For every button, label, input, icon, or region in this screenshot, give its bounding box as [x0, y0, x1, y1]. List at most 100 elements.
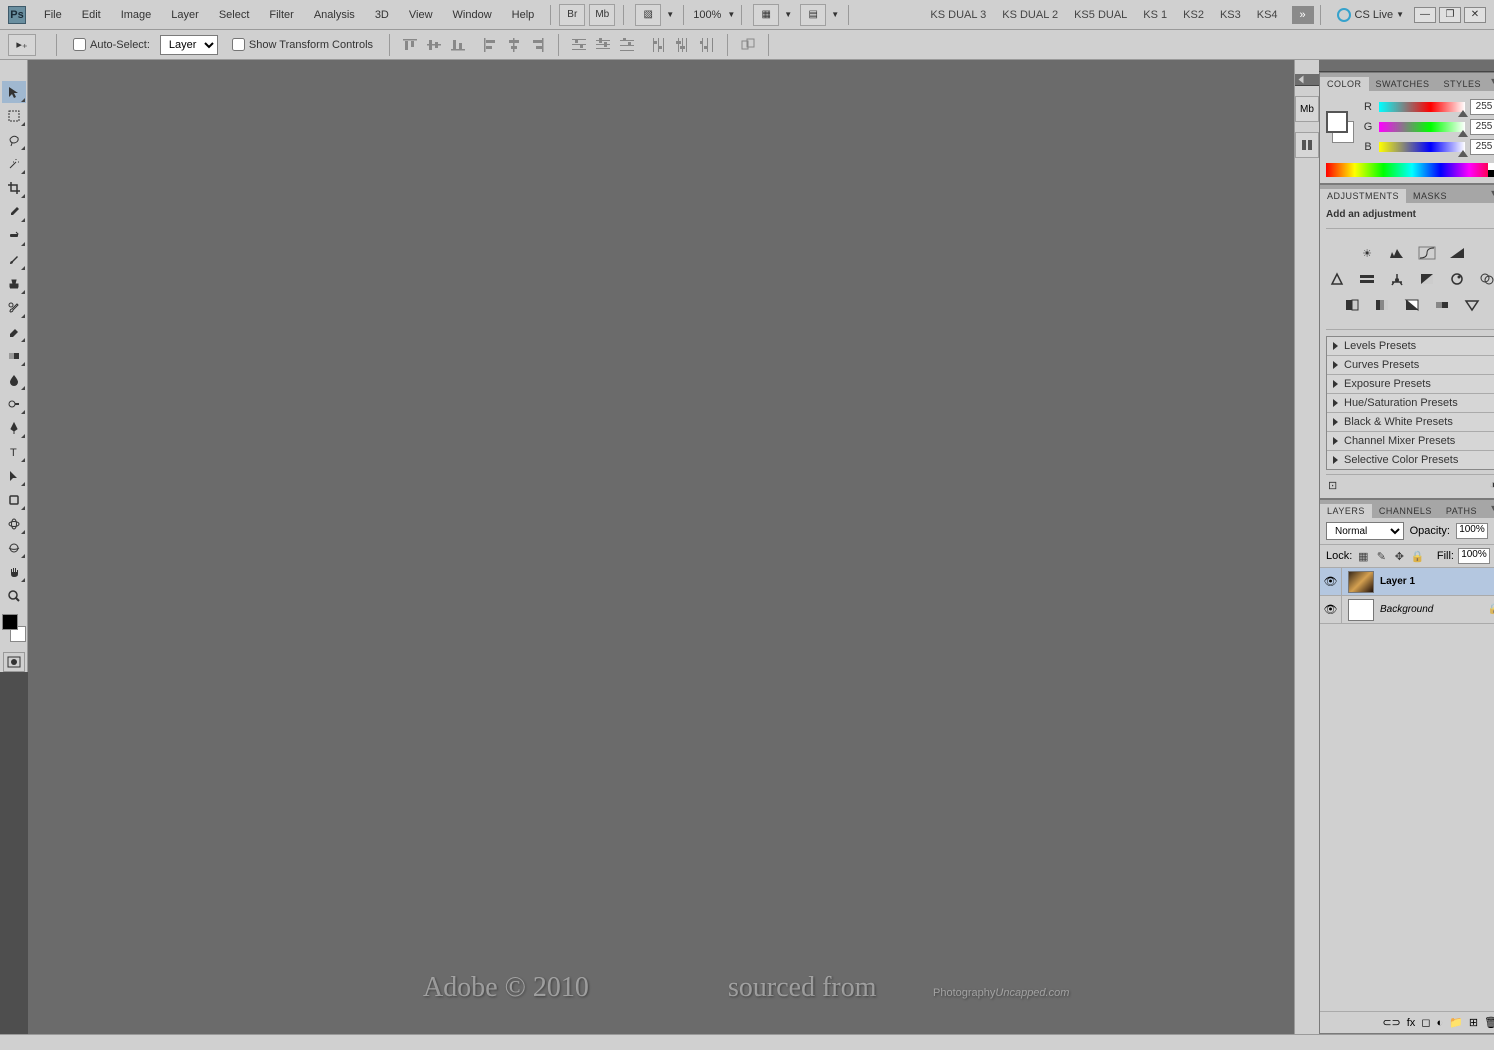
threshold-icon[interactable] [1401, 295, 1423, 315]
color-preview[interactable] [1326, 111, 1354, 143]
opacity-input[interactable]: 100% [1456, 523, 1488, 539]
workspace-ks5dual[interactable]: KS5 DUAL [1066, 5, 1135, 25]
preset-selcolor[interactable]: Selective Color Presets [1327, 451, 1494, 469]
posterize-icon[interactable] [1371, 295, 1393, 315]
r-value[interactable]: 255 [1470, 99, 1494, 115]
brightness-contrast-icon[interactable]: ☀ [1356, 243, 1378, 263]
dodge-tool[interactable] [2, 393, 26, 415]
zoom-value[interactable]: 100% [693, 9, 721, 21]
collapsed-panel-2[interactable] [1295, 132, 1319, 158]
distribute-right[interactable] [697, 35, 717, 55]
layer-thumbnail[interactable] [1348, 599, 1374, 621]
layer-row-layer1[interactable]: 👁 Layer 1 [1320, 568, 1494, 596]
arrange-docs-dropdown[interactable]: ▦▼ [751, 4, 792, 26]
menu-image[interactable]: Image [111, 5, 162, 25]
zoom-tool[interactable] [2, 585, 26, 607]
fill-input[interactable]: 100% [1458, 548, 1490, 564]
auto-align-button[interactable] [738, 35, 758, 55]
preset-channel[interactable]: Channel Mixer Presets [1327, 432, 1494, 451]
history-brush-tool[interactable] [2, 297, 26, 319]
selective-color-icon[interactable] [1461, 295, 1483, 315]
delete-layer-icon[interactable]: 🗑 [1484, 1016, 1494, 1029]
exposure-icon[interactable] [1446, 243, 1468, 263]
view-extras-dropdown[interactable]: ▤▼ [798, 4, 839, 26]
tab-color[interactable]: COLOR [1320, 77, 1369, 91]
tab-masks[interactable]: MASKS [1406, 189, 1454, 203]
menu-analysis[interactable]: Analysis [304, 5, 365, 25]
channel-mixer-icon[interactable] [1476, 269, 1494, 289]
workspace-more-button[interactable]: » [1292, 6, 1314, 24]
preset-curves[interactable]: Curves Presets [1327, 356, 1494, 375]
3d-rotate-tool[interactable] [2, 513, 26, 535]
menu-file[interactable]: File [34, 5, 72, 25]
layer-thumbnail[interactable] [1348, 571, 1374, 593]
distribute-hcenter[interactable] [673, 35, 693, 55]
layer-style-icon[interactable]: fx [1407, 1017, 1416, 1029]
menu-layer[interactable]: Layer [161, 5, 209, 25]
eraser-tool[interactable] [2, 321, 26, 343]
b-value[interactable]: 255 [1470, 139, 1494, 155]
align-horizontal-centers[interactable] [504, 35, 524, 55]
path-selection-tool[interactable] [2, 465, 26, 487]
vibrance-icon[interactable] [1326, 269, 1348, 289]
auto-select-mode[interactable]: Layer [160, 35, 218, 55]
workspace-ks2[interactable]: KS2 [1175, 5, 1212, 25]
tab-channels[interactable]: CHANNELS [1372, 504, 1439, 518]
magic-wand-tool[interactable] [2, 153, 26, 175]
lock-pixels-icon[interactable]: ✎ [1374, 549, 1388, 563]
g-slider[interactable] [1379, 122, 1465, 132]
visibility-toggle[interactable]: 👁 [1320, 596, 1342, 623]
tab-adjustments[interactable]: ADJUSTMENTS [1320, 189, 1406, 203]
window-minimize-button[interactable]: — [1414, 7, 1436, 23]
tab-swatches[interactable]: SWATCHES [1369, 77, 1437, 91]
healing-brush-tool[interactable] [2, 225, 26, 247]
pen-tool[interactable] [2, 417, 26, 439]
invert-icon[interactable] [1341, 295, 1363, 315]
shape-tool[interactable] [2, 489, 26, 511]
type-tool[interactable]: T [2, 441, 26, 463]
b-slider[interactable] [1379, 142, 1465, 152]
align-top-edges[interactable] [400, 35, 420, 55]
screen-mode-dropdown[interactable]: ▧▼ [633, 4, 674, 26]
color-swatches[interactable] [2, 614, 26, 642]
document-canvas[interactable]: Adobe © 2010 sourced from PhotographyUnc… [28, 60, 1294, 1034]
menu-edit[interactable]: Edit [72, 5, 111, 25]
align-right-edges[interactable] [528, 35, 548, 55]
layer-row-background[interactable]: 👁 Background 🔒 [1320, 596, 1494, 624]
menu-help[interactable]: Help [502, 5, 545, 25]
auto-select-checkbox[interactable]: Auto-Select: [73, 38, 150, 51]
workspace-ks3[interactable]: KS3 [1212, 5, 1249, 25]
lock-position-icon[interactable]: ✥ [1392, 549, 1406, 563]
collapsed-panel-1[interactable]: Mb [1295, 96, 1319, 122]
quick-mask-button[interactable] [3, 652, 25, 672]
adj-expand-icon[interactable]: ⊡ [1328, 479, 1337, 492]
distribute-left[interactable] [649, 35, 669, 55]
color-balance-icon[interactable] [1386, 269, 1408, 289]
hand-tool[interactable] [2, 561, 26, 583]
lock-all-icon[interactable]: 🔒 [1410, 549, 1424, 563]
curves-icon[interactable] [1416, 243, 1438, 263]
preset-bw[interactable]: Black & White Presets [1327, 413, 1494, 432]
marquee-tool[interactable] [2, 105, 26, 127]
lock-transparency-icon[interactable]: ▦ [1356, 549, 1370, 563]
blend-mode-select[interactable]: Normal [1326, 522, 1404, 540]
workspace-ksdual2[interactable]: KS DUAL 2 [994, 5, 1066, 25]
gradient-tool[interactable] [2, 345, 26, 367]
levels-icon[interactable] [1386, 243, 1408, 263]
align-bottom-edges[interactable] [448, 35, 468, 55]
gradient-map-icon[interactable] [1431, 295, 1453, 315]
tab-paths[interactable]: PATHS [1439, 504, 1484, 518]
menu-3d[interactable]: 3D [365, 5, 399, 25]
crop-tool[interactable] [2, 177, 26, 199]
distribute-bottom[interactable] [617, 35, 637, 55]
new-layer-icon[interactable]: ⊞ [1469, 1016, 1478, 1029]
align-left-edges[interactable] [480, 35, 500, 55]
menu-view[interactable]: View [399, 5, 443, 25]
visibility-toggle[interactable]: 👁 [1320, 568, 1342, 595]
preset-levels[interactable]: Levels Presets [1327, 337, 1494, 356]
g-value[interactable]: 255 [1470, 119, 1494, 135]
workspace-ks1[interactable]: KS 1 [1135, 5, 1175, 25]
distribute-vcenter[interactable] [593, 35, 613, 55]
color-spectrum[interactable] [1326, 163, 1494, 177]
layer-mask-icon[interactable]: ◻ [1421, 1016, 1430, 1029]
